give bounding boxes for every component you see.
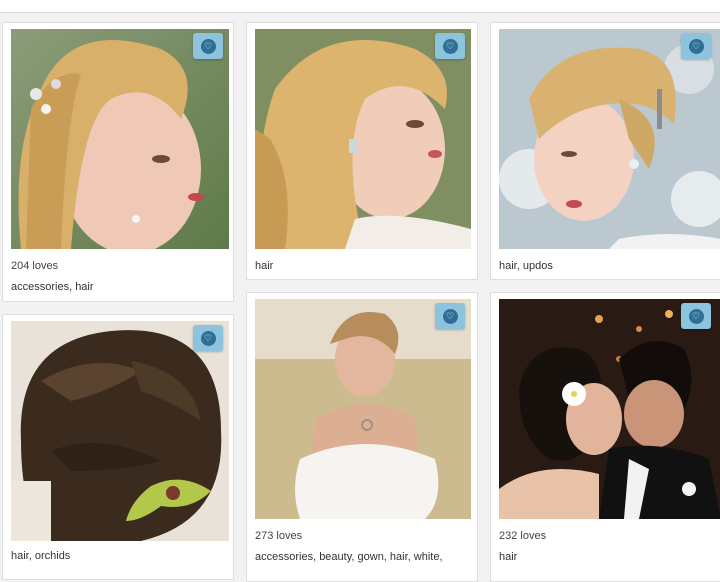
loves-count: 204 loves [11, 260, 59, 272]
heart-icon: ♡ [442, 38, 458, 54]
heart-icon: ♡ [442, 308, 458, 324]
pin-photo[interactable] [11, 29, 229, 249]
pin-tags[interactable]: accessories, hair [11, 280, 233, 294]
love-button[interactable]: ♡ [435, 33, 465, 59]
heart-icon: ♡ [688, 308, 704, 324]
pin-tags[interactable]: accessories, beauty, gown, hair, white, [255, 550, 477, 564]
pin-photo[interactable] [499, 29, 720, 249]
loves-count: 273 loves [255, 530, 303, 542]
tags-link[interactable]: hair [255, 260, 273, 272]
pin-card[interactable]: ♡ 273 loves accessories, beauty, gown, h… [246, 292, 478, 582]
pin-tags[interactable]: hair, updos [499, 259, 720, 273]
loves-count: 232 loves [499, 530, 547, 542]
tags-link[interactable]: accessories, hair [11, 281, 94, 293]
pin-card[interactable]: ♡ hair [246, 22, 478, 280]
pin-photo[interactable] [255, 299, 471, 519]
pin-card[interactable]: ♡ hair, updos [490, 22, 720, 280]
love-button[interactable]: ♡ [193, 33, 223, 59]
pin-photo[interactable] [255, 29, 471, 249]
pin-photo[interactable] [499, 299, 720, 519]
tags-link[interactable]: hair, updos [499, 260, 553, 272]
pin-tags[interactable]: hair [499, 550, 720, 564]
tags-link[interactable]: hair, orchids [11, 550, 70, 562]
love-button[interactable]: ♡ [435, 303, 465, 329]
tags-link[interactable]: accessories, beauty, gown, hair, white, [255, 551, 443, 563]
top-strip [0, 0, 720, 13]
pin-card[interactable]: ♡ hair, orchids [2, 314, 234, 580]
love-button[interactable]: ♡ [193, 325, 223, 351]
pin-tags[interactable]: hair, orchids [11, 549, 233, 563]
love-button[interactable]: ♡ [681, 303, 711, 329]
pin-card[interactable]: ♡ 204 loves accessories, hair [2, 22, 234, 302]
pin-card[interactable]: ♡ 232 loves hair [490, 292, 720, 582]
tags-link[interactable]: hair [499, 551, 517, 563]
heart-icon: ♡ [200, 38, 216, 54]
pin-photo[interactable] [11, 321, 229, 541]
pin-tags[interactable]: hair [255, 259, 477, 273]
heart-icon: ♡ [688, 38, 704, 54]
love-button[interactable]: ♡ [681, 33, 711, 59]
heart-icon: ♡ [200, 330, 216, 346]
